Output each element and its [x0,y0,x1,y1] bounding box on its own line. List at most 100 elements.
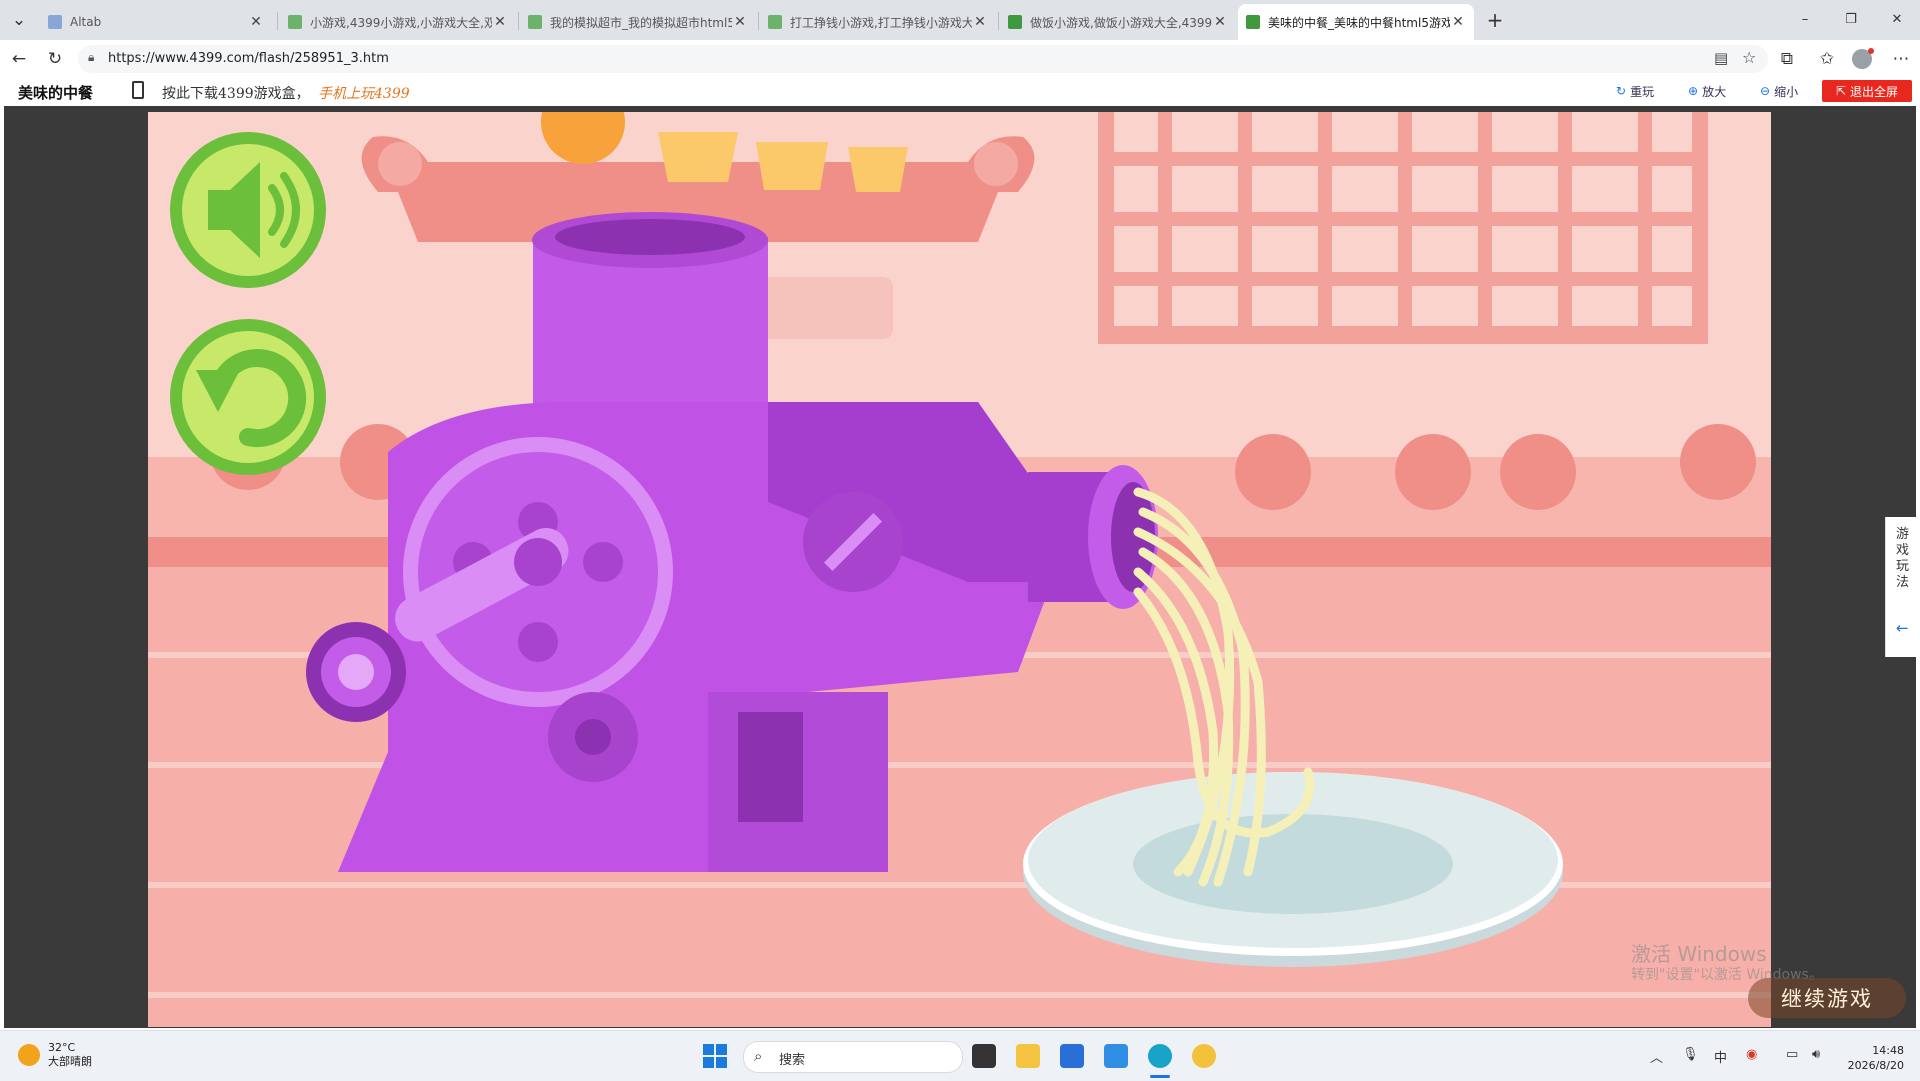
tab-title: 我的模拟超市_我的模拟超市html5 [550,15,732,30]
tab-4399-mini-games[interactable]: 小游戏,4399小游戏,小游戏大全,双 ✕ [280,4,516,40]
zoom-in-label: 放大 [1702,84,1727,99]
windows-taskbar: 32°C 大部晴朗 ⌕ 搜索 ︿ 🎙︎ 中 ◉ ▭ 🔊︎ 14:48 2026/… [0,1030,1920,1081]
sun-icon [18,1044,40,1066]
store-icon[interactable] [1060,1044,1084,1068]
zoom-out-label: 缩小 [1774,84,1799,99]
clock-date: 2026/8/20 [1847,1059,1904,1072]
volume-icon[interactable]: 🔊︎ [1812,1047,1820,1062]
weather-temperature: 32°C [48,1041,76,1054]
wall-plaque [758,277,893,339]
favorite-star-icon[interactable]: ☆ [1742,48,1756,67]
new-tab-button[interactable]: + [1484,9,1506,31]
close-tab-icon[interactable]: ✕ [972,14,988,30]
url-text[interactable]: https://www.4399.com/flash/258951_3.htm [108,51,389,66]
file-explorer-icon[interactable] [1016,1044,1040,1068]
site-toolbar: 美味的中餐 按此下载4399游戏盒， 手机上玩4399 ↻ 重玩 ⊕ 放大 ⊖ … [0,78,1920,105]
zoom-out-button[interactable]: ⊖ 缩小 [1760,81,1798,101]
zoom-in-button[interactable]: ⊕ 放大 [1688,81,1726,101]
game-favicon-icon [288,15,302,29]
favorites-icon[interactable]: ✩ [1816,48,1838,70]
tab-separator [277,12,278,30]
how-to-play-label: 游戏玩法 [1896,527,1910,590]
refresh-icon[interactable]: ↻ [44,48,66,70]
plate [1023,772,1563,967]
exit-fullscreen-label: 退出全屏 [1850,84,1899,99]
close-tab-icon[interactable]: ✕ [1212,14,1228,30]
mobile-play-link[interactable]: 手机上玩4399 [318,83,410,103]
tab-title: 小游戏,4399小游戏,小游戏大全,双 [310,15,492,30]
edge-browser-icon[interactable] [1148,1044,1172,1068]
active-app-indicator [1150,1075,1170,1078]
tab-title: Altab [70,15,102,29]
exit-icon: ⇱ [1835,84,1847,98]
taskbar-search[interactable]: ⌕ 搜索 [743,1041,963,1073]
tab-work-money-games[interactable]: 打工挣钱小游戏,打工挣钱小游戏大 ✕ [760,4,996,40]
altab-favicon-icon [48,15,62,29]
minimize-button[interactable]: – [1794,9,1816,31]
phone-icon[interactable] [132,81,144,99]
system-clock[interactable]: 14:48 2026/8/20 [1840,1043,1904,1073]
close-tab-icon[interactable]: ✕ [248,14,264,30]
clock-time: 14:48 [1872,1044,1904,1057]
task-view-icon[interactable] [972,1044,996,1068]
start-windows-icon[interactable] [703,1044,727,1068]
close-tab-icon[interactable]: ✕ [732,14,748,30]
tab-altab[interactable]: Altab ✕ [40,4,272,40]
download-box-link[interactable]: 按此下载4399游戏盒， [162,83,310,103]
continue-game-button[interactable]: 继续游戏 [1748,978,1906,1018]
antivirus-icon[interactable]: ◉ [1746,1047,1757,1062]
game-canvas[interactable] [148,112,1771,1027]
tab-bar: ⌄ Altab ✕ 小游戏,4399小游戏,小游戏大全,双 ✕ 我的模拟超市_我… [0,0,1920,40]
tab-title: 做饭小游戏,做饭小游戏大全,4399做 [1030,15,1212,30]
how-to-play-panel[interactable]: 游戏玩法 ← [1885,517,1920,657]
tab-separator [758,12,759,30]
address-bar-row: ← ↻ 🔒︎ https://www.4399.com/flash/258951… [0,40,1920,79]
zoom-in-icon: ⊕ [1688,84,1699,98]
app-icon[interactable] [1104,1044,1128,1068]
game-title: 美味的中餐 [18,84,94,102]
sound-toggle-button[interactable] [170,132,326,288]
restore-button[interactable]: ❐ [1840,9,1862,31]
notification-dot [1868,48,1874,54]
close-tab-icon[interactable]: ✕ [492,14,508,30]
game-favicon-icon [528,15,542,29]
continue-game-label: 继续游戏 [1781,987,1873,1011]
lock-icon[interactable]: 🔒︎ [88,50,94,65]
undo-button[interactable] [170,319,326,475]
tab-list-chevron-icon[interactable]: ⌄ [8,9,30,31]
game-favicon-icon [768,15,782,29]
reader-mode-icon[interactable]: ▤ [1714,49,1728,67]
tab-simulated-supermarket[interactable]: 我的模拟超市_我的模拟超市html5 ✕ [520,4,756,40]
game-favicon-icon [1246,15,1260,29]
input-method-indicator[interactable]: 中 [1714,1047,1727,1066]
game-favicon-icon [1008,15,1022,29]
back-arrow-icon[interactable]: ← [8,48,30,70]
extensions-icon[interactable]: ⧉ [1776,48,1798,70]
replay-icon: ↻ [1616,84,1627,98]
microphone-icon[interactable]: 🎙︎ [1682,1047,1699,1062]
tab-title: 打工挣钱小游戏,打工挣钱小游戏大 [790,15,972,30]
tab-cooking-games[interactable]: 做饭小游戏,做饭小游戏大全,4399做 ✕ [1000,4,1236,40]
zoom-out-icon: ⊖ [1760,84,1771,98]
replay-label: 重玩 [1630,84,1655,99]
tab-title: 美味的中餐_美味的中餐html5游戏 [1268,15,1450,30]
tab-delicious-chinese-food[interactable]: 美味的中餐_美味的中餐html5游戏 ✕ [1238,4,1474,40]
close-window-button[interactable]: ✕ [1886,9,1908,31]
search-icon: ⌕ [754,1047,763,1065]
tab-separator [998,12,999,30]
exit-fullscreen-button[interactable]: ⇱ 退出全屏 [1822,80,1912,102]
more-menu-icon[interactable]: ⋯ [1890,48,1912,70]
tab-separator [518,12,519,30]
weather-description: 大部晴朗 [48,1055,92,1068]
close-tab-icon[interactable]: ✕ [1450,14,1466,30]
search-label: 搜索 [779,1053,806,1068]
replay-button[interactable]: ↻ 重玩 [1616,81,1654,101]
activation-watermark-title: 激活 Windows [1631,942,1767,966]
weather-widget[interactable]: 32°C 大部晴朗 [18,1041,92,1069]
address-bar[interactable]: 🔒︎ https://www.4399.com/flash/258951_3.h… [78,45,1768,73]
lattice-window [1098,112,1708,344]
game-app-icon[interactable] [1192,1044,1216,1068]
tray-chevron-icon[interactable]: ︿ [1650,1047,1663,1066]
network-icon[interactable]: ▭ [1786,1047,1798,1062]
expand-arrow-icon[interactable]: ← [1896,619,1909,637]
